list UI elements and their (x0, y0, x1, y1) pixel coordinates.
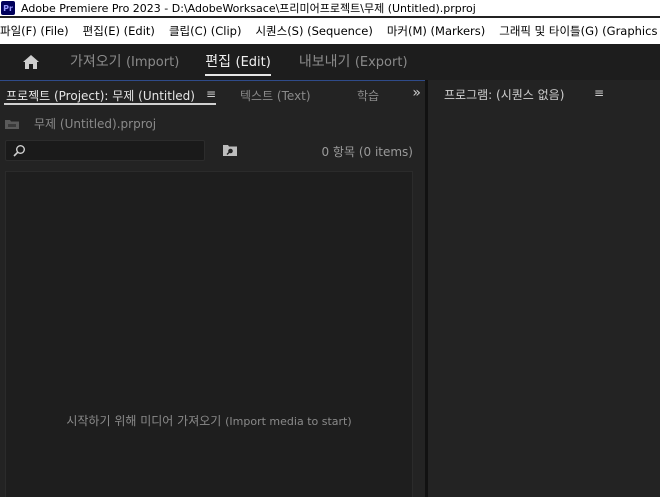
menu-edit[interactable]: 편집(E) (Edit) (83, 23, 155, 39)
search-input[interactable] (5, 140, 205, 161)
project-file-row: 무제 (Untitled).prproj (4, 115, 156, 132)
tab-edit[interactable]: 편집 (Edit) (205, 44, 271, 80)
import-media-hint[interactable]: 시작하기 위해 미디어 가져오기 (Import media to start) (6, 412, 412, 429)
window-title: Adobe Premiere Pro 2023 - D:\AdobeWorksa… (21, 2, 476, 15)
tab-import-label-ko: 가져오기 (70, 54, 122, 70)
program-monitor-panel: 프로그램: (시퀀스 없음) ≡ (428, 80, 660, 497)
project-panel: 프로젝트 (Project): 무제 (Untitled) ≡ 텍스트 (Tex… (0, 80, 425, 497)
project-folder-icon (5, 119, 19, 129)
import-hint-en: (Import media to start) (225, 415, 352, 428)
workspace-header: 가져오기 (Import) 편집 (Edit) 내보내기 (Export) (0, 44, 660, 80)
project-file-name: 무제 (Untitled).prproj (34, 117, 157, 131)
tab-export[interactable]: 내보내기 (Export) (299, 44, 408, 80)
program-panel-menu-icon[interactable]: ≡ (594, 86, 604, 100)
tab-learn[interactable]: 학습 (357, 87, 379, 104)
tab-export-label-ko: 내보내기 (298, 54, 351, 70)
find-bin-icon[interactable] (222, 143, 238, 157)
tab-project[interactable]: 프로젝트 (Project): 무제 (Untitled) (6, 87, 195, 104)
media-browser-area[interactable]: 시작하기 위해 미디어 가져오기 (Import media to start) (5, 171, 413, 497)
search-icon (13, 145, 25, 157)
tab-export-label-en: (Export) (354, 55, 408, 70)
project-panel-menu-icon[interactable]: ≡ (206, 87, 216, 101)
home-button[interactable] (20, 51, 42, 73)
active-tab-indicator (4, 103, 216, 105)
import-hint-ko: 시작하기 위해 미디어 가져오기 (66, 414, 222, 428)
tab-text[interactable]: 텍스트 (Text) (240, 87, 311, 104)
project-panel-tabs: 프로젝트 (Project): 무제 (Untitled) ≡ 텍스트 (Tex… (0, 81, 425, 107)
menu-graphics[interactable]: 그래픽 및 타이틀(G) (Graphics and (499, 23, 660, 39)
menu-bar: 파일(F) (File) 편집(E) (Edit) 클립(C) (Clip) 시… (0, 18, 660, 44)
item-count: 0 항목 (0 items) (321, 145, 413, 159)
home-icon (23, 55, 39, 69)
title-bar: Pr Adobe Premiere Pro 2023 - D:\AdobeWor… (0, 0, 660, 16)
tab-import[interactable]: 가져오기 (Import) (70, 44, 179, 80)
program-monitor-title[interactable]: 프로그램: (시퀀스 없음) (444, 86, 564, 103)
tab-import-label-en: (Import) (125, 55, 180, 70)
tab-edit-label-ko: 편집 (205, 54, 232, 70)
menu-sequence[interactable]: 시퀀스(S) (Sequence) (255, 23, 372, 39)
menu-file[interactable]: 파일(F) (File) (0, 23, 69, 39)
premiere-logo-icon: Pr (1, 1, 15, 15)
panel-overflow-icon[interactable]: » (412, 85, 421, 101)
menu-markers[interactable]: 마커(M) (Markers) (387, 23, 485, 39)
tab-edit-label-en: (Edit) (235, 55, 271, 70)
menu-clip[interactable]: 클립(C) (Clip) (169, 23, 242, 39)
